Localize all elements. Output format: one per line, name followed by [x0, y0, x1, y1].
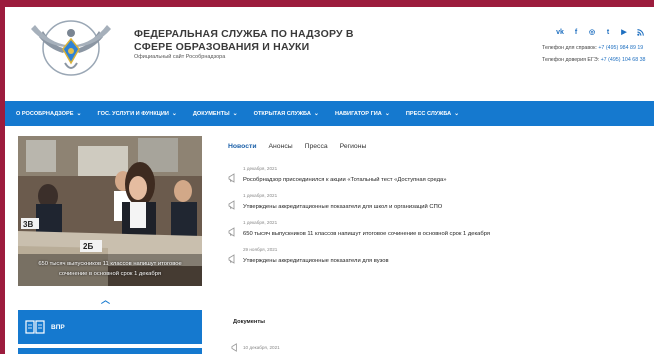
news-item[interactable]: 29 ноября, 2021 Утверждены аккредитацион… [228, 247, 528, 274]
contact-reference: Телефон для справок: +7 (495) 984 89 19 [542, 45, 644, 51]
hotline-phone-link[interactable]: +7 (495) 104 68 38 [601, 57, 646, 63]
news-tabs: Новости Анонсы Пресса Регионы [228, 143, 366, 150]
megaphone-icon [231, 343, 237, 352]
nav-item-gia-navigator[interactable]: НАВИГАТОР ГИА ⌄ [335, 110, 390, 118]
site-title: ФЕДЕРАЛЬНАЯ СЛУЖБА ПО НАДЗОРУ В СФЕРЕ ОБ… [134, 28, 354, 54]
news-date: 1 декабря, 2021 [243, 220, 278, 225]
tab-announcements[interactable]: Анонсы [269, 143, 293, 150]
document-date: 10 декабря, 2021 [243, 345, 280, 350]
hero-slide[interactable]: 3В 2Б 650 тысяч выпускников 11 классов н… [18, 136, 202, 286]
tab-regions[interactable]: Регионы [340, 143, 367, 150]
main-nav: О РОСОБРНАДЗОРЕ ⌄ ГОС. УСЛУГИ И ФУНКЦИИ ⌄ … [5, 101, 654, 126]
tab-press[interactable]: Пресса [305, 143, 328, 150]
news-title[interactable]: 650 тысяч выпускников 11 классов напишут… [243, 231, 490, 237]
desk-label-2b: 2Б [83, 242, 93, 251]
instagram-icon[interactable]: ◎ [584, 26, 600, 38]
twitter-icon[interactable]: t [600, 26, 616, 38]
nav-item-services[interactable]: ГОС. УСЛУГИ И ФУНКЦИИ ⌄ [98, 110, 177, 118]
news-date: 1 декабря, 2021 [243, 193, 278, 198]
news-date: 1 декабря, 2021 [243, 166, 278, 171]
sidebar-button-next[interactable] [18, 348, 202, 354]
news-title[interactable]: Утверждены аккредитационные показатели д… [243, 204, 442, 210]
megaphone-icon [228, 227, 235, 237]
social-links: vk f ◎ t ▶ [552, 26, 648, 38]
rss-icon[interactable] [632, 26, 648, 38]
chevron-down-icon: ⌄ [313, 111, 319, 117]
vpr-label: ВПР [51, 323, 65, 331]
news-item[interactable]: 1 декабря, 2021 650 тысяч выпускников 11… [228, 220, 528, 247]
news-title[interactable]: Рособрнадзор присоединился к акции «Тота… [243, 177, 446, 183]
chevron-down-icon: ⌄ [232, 111, 238, 117]
chevron-down-icon: ⌄ [171, 111, 177, 117]
tab-news[interactable]: Новости [228, 143, 257, 150]
page: ФЕДЕРАЛЬНАЯ СЛУЖБА ПО НАДЗОРУ В СФЕРЕ ОБ… [5, 7, 654, 354]
nav-item-about[interactable]: О РОСОБРНАДЗОРЕ ⌄ [16, 110, 82, 118]
megaphone-icon [228, 173, 235, 183]
site-title-line1: ФЕДЕРАЛЬНАЯ СЛУЖБА ПО НАДЗОРУ В [134, 28, 354, 40]
chevron-down-icon: ⌄ [384, 111, 390, 117]
book-icon [25, 320, 45, 334]
vpr-button[interactable]: ВПР [18, 310, 202, 344]
facebook-icon[interactable]: f [568, 26, 584, 38]
news-list: 1 декабря, 2021 Рособрнадзор присоединил… [228, 166, 528, 274]
news-item[interactable]: 1 декабря, 2021 Рособрнадзор присоединил… [228, 166, 528, 193]
contact-hotline: Телефон доверия ЕГЭ: +7 (495) 104 68 38 [542, 56, 646, 63]
contacts: Телефон для справок: +7 (495) 984 89 19 … [542, 43, 646, 66]
megaphone-icon [228, 254, 235, 264]
site-subtitle: Официальный сайт Рособрнадзора [134, 54, 226, 60]
desk-label-3v: 3В [23, 220, 33, 229]
nav-item-press[interactable]: ПРЕСС СЛУЖБА ⌄ [406, 110, 460, 118]
news-date: 29 ноября, 2021 [243, 247, 278, 252]
documents-heading: Документы [233, 319, 265, 325]
nav-item-documents[interactable]: ДОКУМЕНТЫ ⌄ [193, 110, 238, 118]
reference-phone-link[interactable]: +7 (495) 984 89 19 [598, 45, 643, 51]
news-item[interactable]: 1 декабря, 2021 Утверждены аккредитацион… [228, 193, 528, 220]
news-title[interactable]: Утверждены аккредитационные показатели д… [243, 258, 389, 264]
vk-icon[interactable]: vk [552, 26, 568, 38]
site-title-line2: СФЕРЕ ОБРАЗОВАНИЯ И НАУКИ [134, 41, 310, 53]
emblem-logo[interactable] [29, 13, 113, 83]
hero-caption: 650 тысяч выпускников 11 классов напишут… [38, 261, 182, 277]
megaphone-icon [228, 200, 235, 210]
chevron-up-icon[interactable]: ︿ [101, 293, 110, 306]
chevron-down-icon: ⌄ [76, 111, 82, 117]
nav-item-open-service[interactable]: ОТКРЫТАЯ СЛУЖБА ⌄ [254, 110, 319, 118]
youtube-icon[interactable]: ▶ [616, 26, 632, 38]
chevron-down-icon: ⌄ [454, 111, 460, 117]
